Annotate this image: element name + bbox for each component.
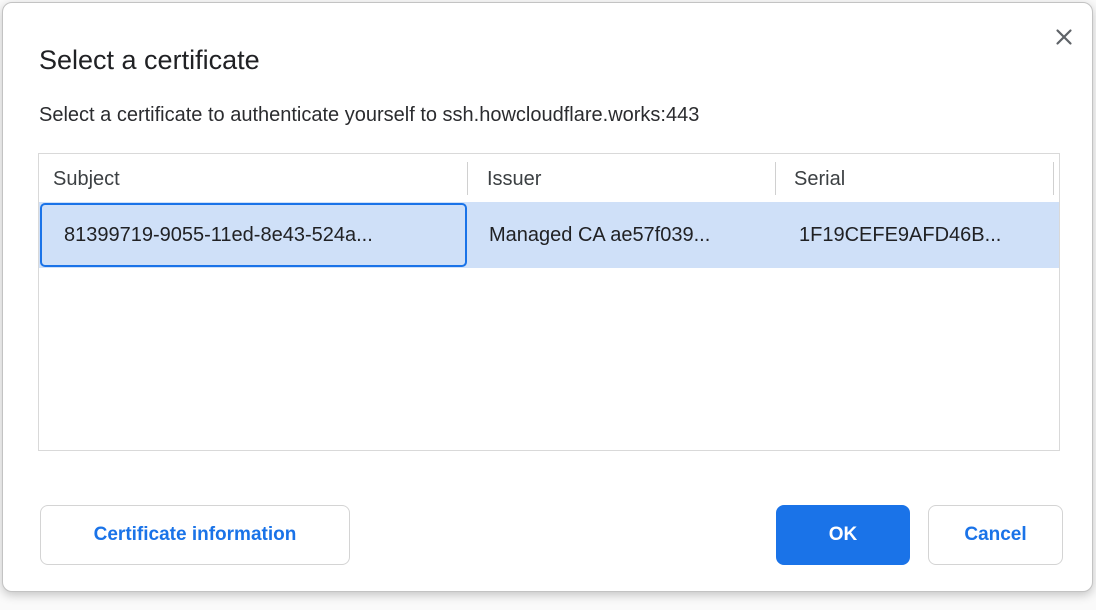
column-divider xyxy=(1053,162,1054,195)
cancel-button[interactable]: Cancel xyxy=(928,505,1063,565)
certificate-table: Subject Issuer Serial 81399719-9055-11ed… xyxy=(38,153,1060,451)
certificate-information-button[interactable]: Certificate information xyxy=(40,505,350,565)
cell-subject: 81399719-9055-11ed-8e43-524a... xyxy=(64,202,373,268)
close-button[interactable] xyxy=(1051,24,1077,50)
column-header-serial: Serial xyxy=(794,154,845,202)
column-divider xyxy=(775,162,776,195)
dialog-title: Select a certificate xyxy=(39,45,260,76)
cell-serial: 1F19CEFE9AFD46B... xyxy=(799,202,1001,268)
page-background: Select a certificate Select a certificat… xyxy=(0,0,1096,610)
cell-issuer: Managed CA ae57f039... xyxy=(489,202,710,268)
close-icon xyxy=(1054,27,1074,47)
ok-button[interactable]: OK xyxy=(776,505,910,565)
column-header-issuer: Issuer xyxy=(487,154,541,202)
column-header-subject: Subject xyxy=(53,154,120,202)
column-divider xyxy=(467,162,468,195)
dialog-subtitle: Select a certificate to authenticate you… xyxy=(39,104,699,127)
certificate-dialog: Select a certificate Select a certificat… xyxy=(2,2,1093,592)
table-header: Subject Issuer Serial xyxy=(39,154,1059,202)
certificate-row-selected[interactable]: 81399719-9055-11ed-8e43-524a... Managed … xyxy=(39,202,1059,268)
